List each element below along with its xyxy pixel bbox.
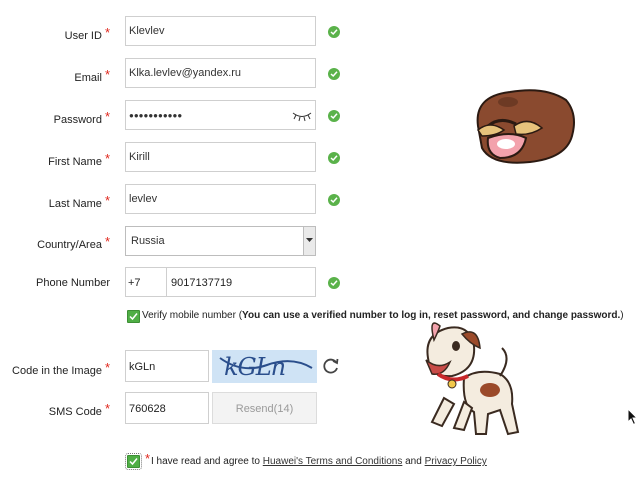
verify-mobile-checkbox[interactable] — [127, 310, 140, 323]
password-label: Password * — [53, 109, 110, 126]
email-label: Email * — [74, 67, 110, 84]
dog-sticker — [425, 322, 520, 436]
agree-text: I have read and agree to Huawei's Terms … — [151, 456, 487, 467]
last-name-label: Last Name * — [48, 193, 110, 210]
sms-code-input[interactable]: 760628 — [125, 392, 209, 424]
first-name-label: First Name * — [48, 151, 110, 168]
terms-link[interactable]: Huawei's Terms and Conditions — [263, 456, 403, 467]
phone-code-value: +7 — [128, 277, 141, 289]
check-circle-icon — [328, 68, 340, 80]
email-field[interactable]: Klka.levlev@yandex.ru — [125, 58, 316, 88]
first-name-value: Kirill — [129, 151, 150, 163]
eye-closed-icon[interactable] — [292, 110, 312, 122]
bear-sticker — [476, 89, 575, 164]
user-id-value: Klevlev — [129, 25, 165, 37]
captcha-label: Code in the Image * — [12, 360, 110, 377]
privacy-link[interactable]: Privacy Policy — [425, 456, 487, 467]
password-value: ●●●●●●●●●●● — [129, 111, 183, 120]
captcha-input[interactable]: kGLn — [125, 350, 209, 382]
phone-label: Phone Number — [36, 277, 110, 289]
phone-number-field[interactable]: 9017137719 — [166, 267, 316, 297]
captcha-image: kGLn — [212, 350, 317, 383]
country-value: Russia — [131, 235, 165, 247]
check-circle-icon — [328, 277, 340, 289]
last-name-input[interactable]: levlev — [125, 184, 316, 214]
check-circle-icon — [328, 194, 340, 206]
verify-mobile-text: Verify mobile number (You can use a veri… — [142, 310, 624, 321]
check-circle-icon — [328, 152, 340, 164]
country-select[interactable]: Russia — [125, 226, 316, 256]
sms-label: SMS Code * — [48, 401, 110, 418]
user-id-label: User ID * — [64, 25, 110, 42]
phone-number-value: 9017137719 — [171, 277, 233, 289]
email-value: Klka.levlev@yandex.ru — [129, 67, 242, 79]
agree-checkbox[interactable] — [125, 453, 142, 470]
user-id-input[interactable]: Klevlev — [125, 16, 316, 46]
dropdown-arrow-icon[interactable] — [303, 227, 315, 255]
refresh-icon[interactable] — [322, 357, 340, 375]
sms-code-value: 760628 — [129, 403, 166, 415]
resend-button[interactable]: Resend(14) — [212, 392, 317, 424]
password-field[interactable]: ●●●●●●●●●●● — [125, 100, 316, 130]
mouse-cursor-icon — [627, 408, 638, 426]
first-name-input[interactable]: Kirill — [125, 142, 316, 172]
phone-code-field[interactable]: +7 — [125, 267, 167, 297]
agree-required-mark: * — [145, 451, 151, 466]
last-name-value: levlev — [129, 193, 158, 205]
check-circle-icon — [328, 26, 340, 38]
captcha-value: kGLn — [129, 361, 156, 373]
country-label: Country/Area * — [37, 234, 110, 251]
check-circle-icon — [328, 110, 340, 122]
